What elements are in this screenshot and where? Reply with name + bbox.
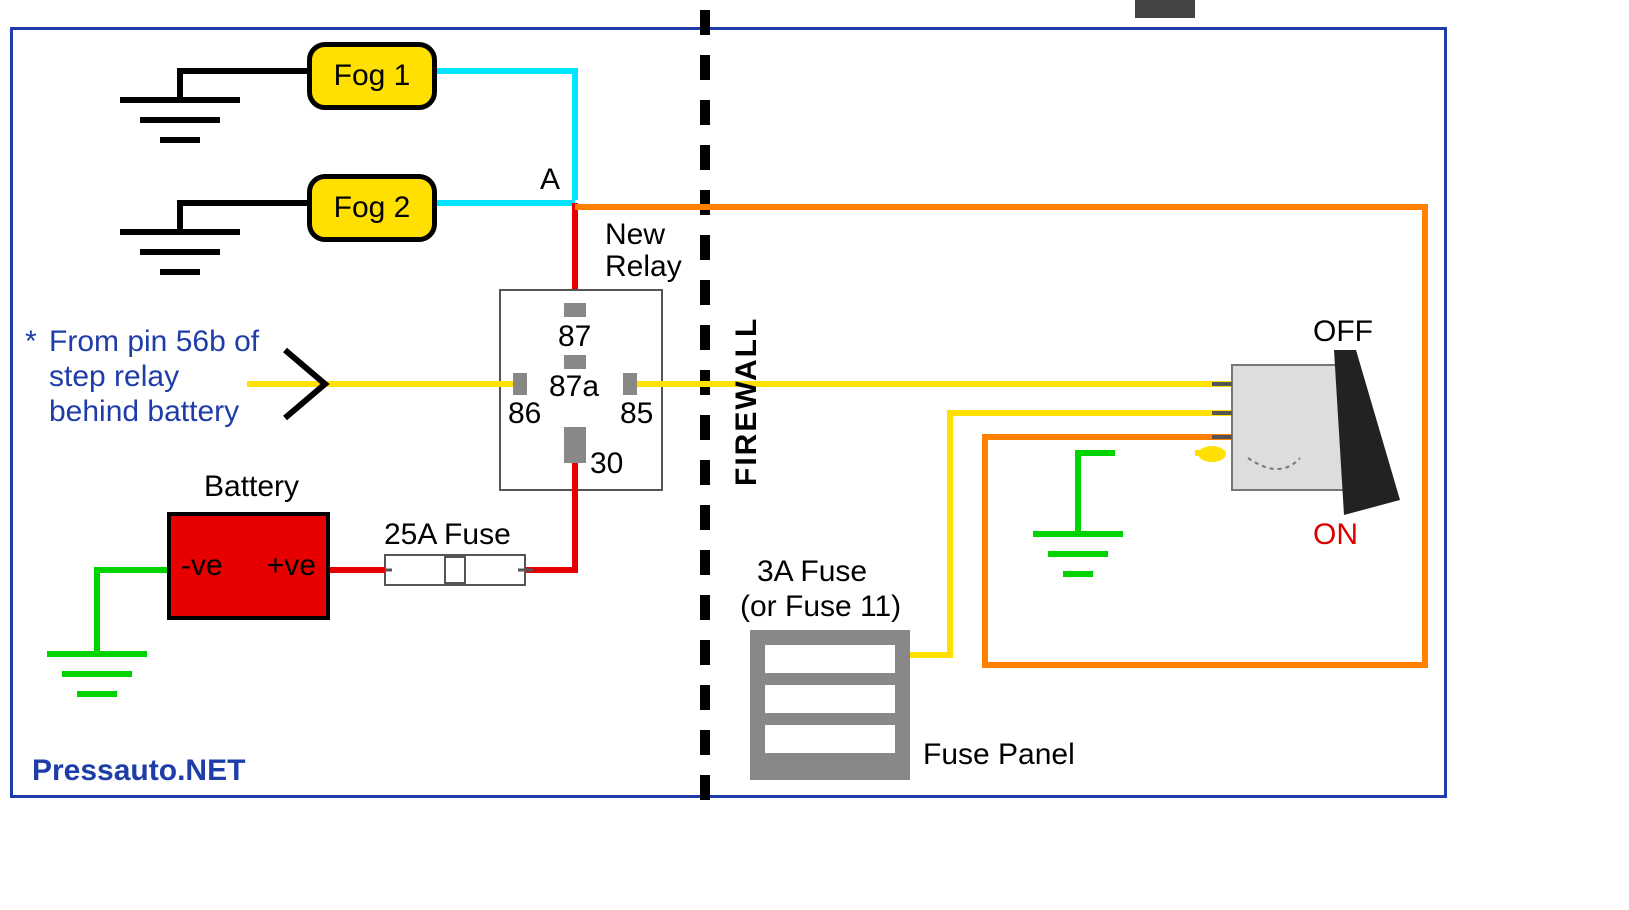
from-pin-2: step relay — [49, 360, 179, 394]
fog2-label: Fog 2 — [334, 191, 411, 225]
fog2-ground-wire — [180, 203, 307, 232]
switch-lamp-body — [1135, 0, 1195, 18]
from-pin-3: behind battery — [49, 395, 239, 429]
fuse3-label-1: 3A Fuse — [757, 555, 867, 589]
pin87a-label: 87a — [549, 370, 599, 404]
battery: -ve +ve — [167, 512, 330, 620]
relay-pin-87a — [564, 355, 586, 369]
fuse3-label-2: (or Fuse 11) — [740, 590, 901, 624]
relay-pin-30 — [564, 427, 586, 463]
green-wire-switch — [1078, 453, 1115, 534]
switch-off-label: OFF — [1313, 315, 1373, 349]
node-a-label: A — [540, 163, 560, 197]
battery-label: Battery — [204, 470, 299, 504]
from-pin-1: From pin 56b of — [49, 325, 259, 359]
fuse25-label: 25A Fuse — [384, 518, 511, 552]
fog-light-2: Fog 2 — [307, 174, 437, 242]
new-relay-label-2: Relay — [605, 250, 682, 284]
fog-light-1: Fog 1 — [307, 42, 437, 110]
switch-on-label: ON — [1313, 518, 1358, 552]
rocker-switch — [1212, 350, 1400, 515]
pin30-label: 30 — [590, 447, 623, 481]
fog1-ground-wire — [180, 71, 307, 100]
pin87-label: 87 — [558, 320, 591, 354]
switch-lamp-bulb — [1198, 446, 1226, 462]
credit: Pressauto.NET — [32, 754, 245, 788]
relay-pin-85 — [623, 373, 637, 395]
battery-pos: +ve — [267, 549, 316, 583]
pin85-label: 85 — [620, 397, 653, 431]
relay-pin-86 — [513, 373, 527, 395]
green-wire-battery — [97, 570, 167, 654]
fog1-label: Fog 1 — [334, 59, 411, 93]
new-relay-label-1: New — [605, 218, 665, 252]
asterisk: * — [25, 325, 37, 359]
pin86-label: 86 — [508, 397, 541, 431]
relay-pin-87 — [564, 303, 586, 317]
wiring-diagram: Fog 1 Fog 2 -ve +ve A New Relay 87 87a 8… — [0, 0, 1629, 910]
firewall-label: FIREWALL — [730, 317, 764, 486]
battery-neg: -ve — [181, 549, 223, 583]
fuse-panel-label: Fuse Panel — [923, 738, 1075, 772]
